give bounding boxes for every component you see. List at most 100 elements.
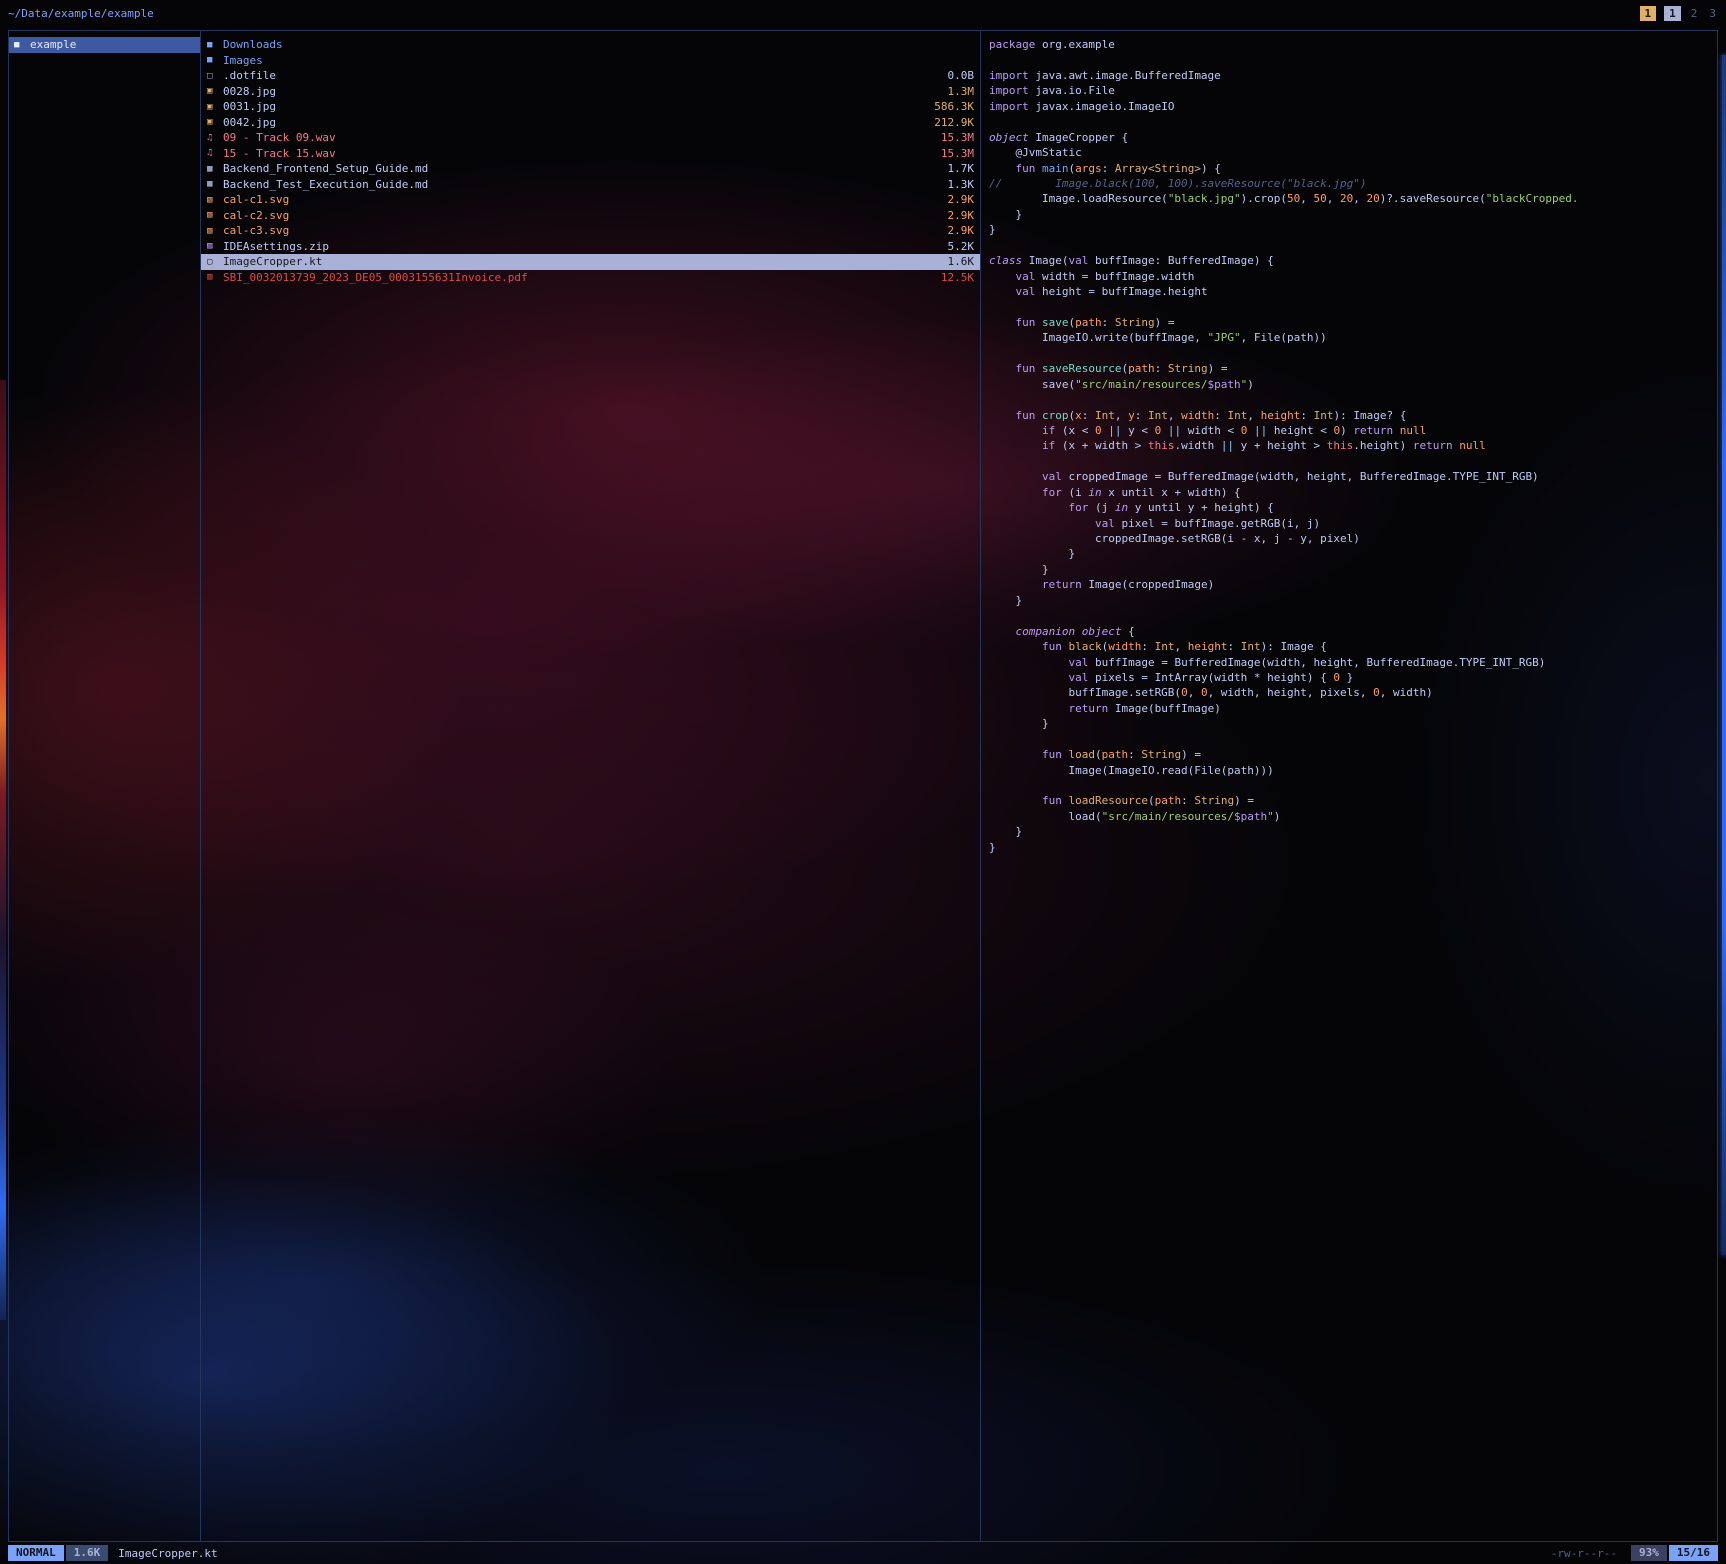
code-line — [989, 114, 1713, 129]
top-bar: ~/Data/example/example 1123 — [8, 4, 1718, 22]
file-size: 212.9K — [924, 116, 974, 129]
file-name: 0031.jpg — [223, 100, 276, 113]
tab-1[interactable]: 1 — [1664, 6, 1681, 21]
parent-directory-pane: ■example — [9, 31, 201, 1541]
file-size: 2.9K — [938, 193, 975, 206]
code-line — [989, 454, 1713, 469]
image-icon: ▣ — [207, 86, 223, 96]
code-line: @JvmStatic — [989, 145, 1713, 160]
code-line: for (i in x until x + width) { — [989, 485, 1713, 500]
file-row[interactable]: ■Downloads — [201, 37, 980, 53]
file-row[interactable]: ▣0042.jpg212.9K — [201, 115, 980, 131]
file-row[interactable]: ▥SBI_0032013739_2023_DE05_0003155631Invo… — [201, 270, 980, 286]
file-row[interactable]: ▧cal-c1.svg2.9K — [201, 192, 980, 208]
mode-indicator: NORMAL — [8, 1545, 64, 1561]
code-line: } — [989, 840, 1713, 855]
code-line: fun load(path: String) = — [989, 747, 1713, 762]
code-line: if (x < 0 || y < 0 || width < 0 || heigh… — [989, 423, 1713, 438]
file-row[interactable]: ▣0031.jpg586.3K — [201, 99, 980, 115]
code-line: val pixels = IntArray(width * height) { … — [989, 670, 1713, 685]
parent-dir-label: example — [30, 38, 76, 51]
status-bar-right: -rw-r--r-- 93% 15/16 — [1551, 1545, 1718, 1561]
code-line: val height = buffImage.height — [989, 284, 1713, 299]
folder-icon: ■ — [14, 40, 30, 50]
code-line: if (x + width > this.width || y + height… — [989, 438, 1713, 453]
code-line: val pixel = buffImage.getRGB(i, j) — [989, 516, 1713, 531]
status-bar: NORMAL 1.6K ImageCropper.kt -rw-r--r-- 9… — [8, 1544, 1718, 1562]
file-name: ImageCropper.kt — [223, 255, 322, 268]
file-name: IDEAsettings.zip — [223, 240, 329, 253]
file-row[interactable]: ▣0028.jpg 1.3M — [201, 84, 980, 100]
code-line: } — [989, 824, 1713, 839]
file-row[interactable]: □.dotfile0.0B — [201, 68, 980, 84]
code-line: val croppedImage = BufferedImage(width, … — [989, 469, 1713, 484]
image-icon: ▣ — [207, 117, 223, 127]
audio-icon: ♫ — [207, 133, 223, 143]
code-line: val width = buffImage.width — [989, 269, 1713, 284]
code-line: fun crop(x: Int, y: Int, width: Int, hei… — [989, 408, 1713, 423]
code-line: import javax.imageio.ImageIO — [989, 99, 1713, 114]
file-row[interactable]: ▦Backend_Test_Execution_Guide.md1.3K — [201, 177, 980, 193]
file-manager-window: ■example ■Downloads■Images□.dotfile0.0B▣… — [8, 30, 1718, 1542]
file-size: 12.5K — [931, 271, 974, 284]
code-line: save("src/main/resources/$path") — [989, 377, 1713, 392]
tab-3[interactable]: 3 — [1707, 6, 1718, 21]
file-row[interactable]: ♫09 - Track 09.wav15.3M — [201, 130, 980, 146]
file-name: 09 - Track 09.wav — [223, 131, 336, 144]
code-line — [989, 608, 1713, 623]
parent-dir-item[interactable]: ■example — [9, 37, 200, 53]
tab-bar: 1123 — [1640, 6, 1719, 21]
wallpaper-edge-left — [0, 380, 6, 1320]
file-row[interactable]: ▢ImageCropper.kt1.6K — [201, 254, 980, 270]
file-row[interactable]: ▨IDEAsettings.zip5.2K — [201, 239, 980, 255]
file-preview-pane: package org.example import java.awt.imag… — [981, 31, 1717, 1541]
code-line: fun main(args: Array<String>) { — [989, 161, 1713, 176]
file-row[interactable]: ▧cal-c2.svg2.9K — [201, 208, 980, 224]
code-line: fun save(path: String) = — [989, 315, 1713, 330]
file-name: .dotfile — [223, 69, 276, 82]
file-name: Backend_Test_Execution_Guide.md — [223, 178, 428, 191]
file-size: 15.3M — [931, 147, 974, 160]
tab-2[interactable]: 2 — [1689, 6, 1700, 21]
file-name: cal-c2.svg — [223, 209, 289, 222]
code-line: package org.example — [989, 37, 1713, 52]
code-line — [989, 52, 1713, 67]
file-row[interactable]: ■Images — [201, 53, 980, 69]
code-line: class Image(val buffImage: BufferedImage… — [989, 253, 1713, 268]
code-line: Image(ImageIO.read(File(path))) — [989, 763, 1713, 778]
file-row[interactable]: ▧cal-c3.svg2.9K — [201, 223, 980, 239]
code-line: // Image.black(100, 100).saveResource("b… — [989, 176, 1713, 191]
code-line: import java.io.File — [989, 83, 1713, 98]
file-row[interactable]: ♫15 - Track 15.wav15.3M — [201, 146, 980, 162]
code-line — [989, 299, 1713, 314]
code-line: } — [989, 222, 1713, 237]
file-name: 0028.jpg — [223, 85, 276, 98]
audio-icon: ♫ — [207, 148, 223, 158]
code-line: val buffImage = BufferedImage(width, hei… — [989, 655, 1713, 670]
code-line: ImageIO.write(buffImage, "JPG", File(pat… — [989, 330, 1713, 345]
cursor-position: 15/16 — [1669, 1545, 1718, 1561]
selected-filename: ImageCropper.kt — [118, 1547, 217, 1560]
code-line — [989, 778, 1713, 793]
svg-icon: ▧ — [207, 210, 223, 220]
code-line — [989, 732, 1713, 747]
file-name: cal-c1.svg — [223, 193, 289, 206]
code-line: import java.awt.image.BufferedImage — [989, 68, 1713, 83]
code-line — [989, 346, 1713, 361]
file-name: Backend_Frontend_Setup_Guide.md — [223, 162, 428, 175]
code-line: } — [989, 207, 1713, 222]
code-line: Image.loadResource("black.jpg").crop(50,… — [989, 191, 1713, 206]
markdown-icon: ▦ — [207, 164, 223, 174]
file-size: 1.3M — [938, 85, 975, 98]
markdown-icon: ▦ — [207, 179, 223, 189]
file-row[interactable]: ▦Backend_Frontend_Setup_Guide.md1.7K — [201, 161, 980, 177]
file-name: SBI_0032013739_2023_DE05_0003155631Invoi… — [223, 271, 528, 284]
current-directory-pane: ■Downloads■Images□.dotfile0.0B▣0028.jpg1… — [201, 31, 981, 1541]
code-line: } — [989, 562, 1713, 577]
breadcrumb-path: ~/Data/example/example — [8, 7, 154, 20]
tab-1[interactable]: 1 — [1640, 6, 1657, 21]
code-line: companion object { — [989, 624, 1713, 639]
file-name: Downloads — [223, 38, 283, 51]
file-name: cal-c3.svg — [223, 224, 289, 237]
scroll-percentage: 93% — [1631, 1545, 1667, 1561]
